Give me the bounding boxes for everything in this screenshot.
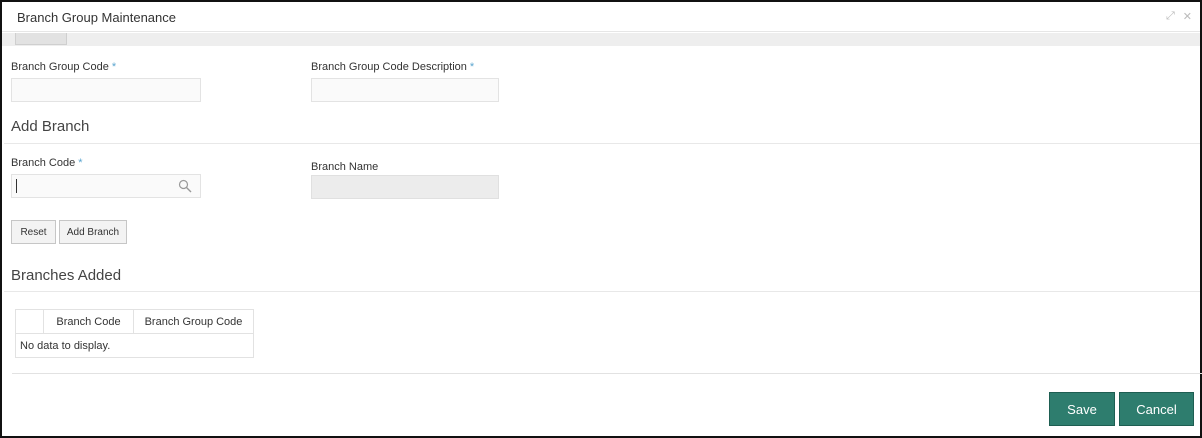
cancel-button[interactable]: Cancel — [1119, 392, 1194, 426]
branch-group-desc-label: Branch Group Code Description * — [311, 61, 474, 73]
branches-table: Branch Code Branch Group Code No data to… — [15, 309, 254, 358]
branch-code-label: Branch Code * — [11, 157, 83, 169]
branch-name-label: Branch Name — [311, 161, 379, 173]
branch-group-desc-field[interactable] — [311, 78, 499, 102]
footer-divider — [12, 373, 1202, 374]
required-mark: * — [78, 157, 83, 169]
save-button[interactable]: Save — [1049, 392, 1115, 426]
reset-button[interactable]: Reset — [11, 220, 56, 244]
close-icon[interactable]: ✕ — [1183, 10, 1192, 23]
branch-name-field — [311, 175, 499, 199]
branches-added-heading: Branches Added — [11, 267, 122, 284]
section-divider — [4, 291, 1200, 292]
branch-group-code-label: Branch Group Code * — [11, 61, 116, 73]
add-branch-heading: Add Branch — [11, 118, 90, 135]
branch-group-code-column-header[interactable]: Branch Group Code — [133, 309, 254, 334]
branch-code-column-header[interactable]: Branch Code — [43, 309, 134, 334]
toolbar-strip — [2, 33, 1200, 46]
add-branch-button[interactable]: Add Branch — [59, 220, 127, 244]
branch-group-code-field[interactable] — [11, 78, 201, 102]
title-bar: Branch Group Maintenance ⤢ ✕ — [2, 2, 1200, 32]
search-icon[interactable] — [178, 179, 192, 193]
text-cursor — [16, 179, 17, 193]
branch-group-code-label-text: Branch Group Code — [11, 61, 109, 73]
section-divider — [4, 143, 1200, 144]
branch-group-desc-label-text: Branch Group Code Description — [311, 61, 467, 73]
table-header-row: Branch Code Branch Group Code — [15, 309, 254, 334]
required-mark: * — [111, 61, 117, 73]
table-row: No data to display. — [15, 333, 254, 358]
expand-icon[interactable]: ⤢ — [1166, 10, 1175, 23]
window-title: Branch Group Maintenance — [17, 10, 176, 25]
branch-code-input[interactable] — [11, 174, 201, 198]
branch-group-maintenance-window: Branch Group Maintenance ⤢ ✕ Branch Grou… — [0, 0, 1202, 438]
window-controls: ⤢ ✕ — [1166, 10, 1192, 23]
toolbar-button[interactable] — [15, 33, 67, 45]
required-mark: * — [469, 61, 475, 73]
select-column-header[interactable] — [15, 309, 44, 334]
empty-table-message: No data to display. — [15, 333, 254, 358]
branch-code-label-text: Branch Code — [11, 157, 76, 169]
